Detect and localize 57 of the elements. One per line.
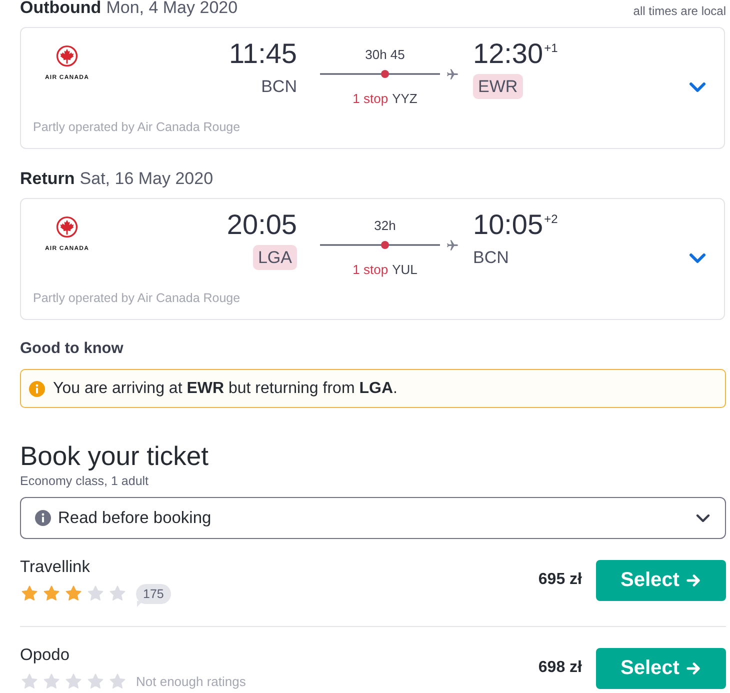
rating-count-badge: 175	[136, 584, 171, 607]
star-icon	[109, 673, 126, 690]
leg-label: Outbound	[20, 0, 102, 15]
operator-note: Partly operated by Air Canada Rouge	[33, 290, 242, 306]
airport-badge: EWR	[473, 74, 523, 99]
day-offset-label: +2	[544, 212, 558, 226]
stops-label: 1 stop	[352, 91, 388, 107]
departure-time: 20:05	[226, 210, 297, 240]
info-icon	[29, 380, 45, 396]
stop-airport: YYZ	[392, 91, 418, 107]
chevron-down-icon[interactable]	[689, 252, 706, 264]
info-dropdown[interactable]: Read before booking	[20, 497, 726, 539]
maple-leaf-roundel-icon	[56, 216, 78, 238]
price-label: 695 zł	[538, 571, 582, 589]
maple-leaf-roundel-icon	[56, 45, 78, 67]
star-icon	[109, 585, 126, 602]
airport-code: BCN	[261, 76, 297, 98]
select-button[interactable]: Select	[596, 560, 726, 600]
plane-icon	[446, 238, 459, 252]
star-icon	[43, 585, 60, 602]
star-icon	[21, 585, 38, 602]
price-label: 698 zł	[538, 659, 582, 677]
arrival-time: 10:05	[473, 210, 544, 240]
airport-code: BCN	[473, 247, 509, 269]
arrow-right-icon	[686, 572, 702, 588]
chevron-down-icon[interactable]	[689, 82, 706, 92]
star-icon	[65, 585, 82, 602]
star-icon	[87, 585, 104, 602]
stop-airport: YUL	[392, 262, 418, 278]
arrow-right-icon	[686, 660, 702, 676]
airport-badge: LGA	[252, 245, 297, 270]
star-icon	[21, 673, 38, 690]
travel-class-label: Economy class, 1 adult	[20, 474, 150, 489]
arrival-time: 12:30	[473, 39, 544, 69]
provider-name: Opodo	[20, 645, 70, 665]
departure-time: 11:45	[229, 39, 297, 69]
timezone-note: all times are local	[633, 4, 726, 18]
star-icon	[87, 673, 104, 690]
info-icon	[35, 510, 51, 526]
select-button[interactable]: Select	[596, 648, 726, 688]
rating-note: Not enough ratings	[136, 673, 246, 691]
stops-label: 1 stop	[352, 262, 388, 278]
plane-icon	[446, 68, 459, 80]
chevron-down-icon	[696, 514, 710, 522]
section-title: Book your ticket	[20, 441, 210, 471]
provider-name: Travellink	[20, 557, 90, 577]
flight-duration: 32h	[373, 218, 397, 234]
leg-label: Return	[20, 171, 75, 186]
leg-date: Sat, 16 May 2020	[80, 171, 214, 186]
operator-note: Partly operated by Air Canada Rouge	[33, 119, 242, 135]
day-offset-label: +1	[544, 41, 558, 55]
star-icon	[43, 673, 60, 690]
flight-duration: 30h 45	[364, 47, 406, 63]
alert-message: You are arriving at EWR but returning from LGA.	[53, 379, 398, 398]
star-icon	[65, 673, 82, 690]
leg-date: Mon, 4 May 2020	[106, 0, 238, 15]
section-title: Good to know	[20, 340, 124, 358]
